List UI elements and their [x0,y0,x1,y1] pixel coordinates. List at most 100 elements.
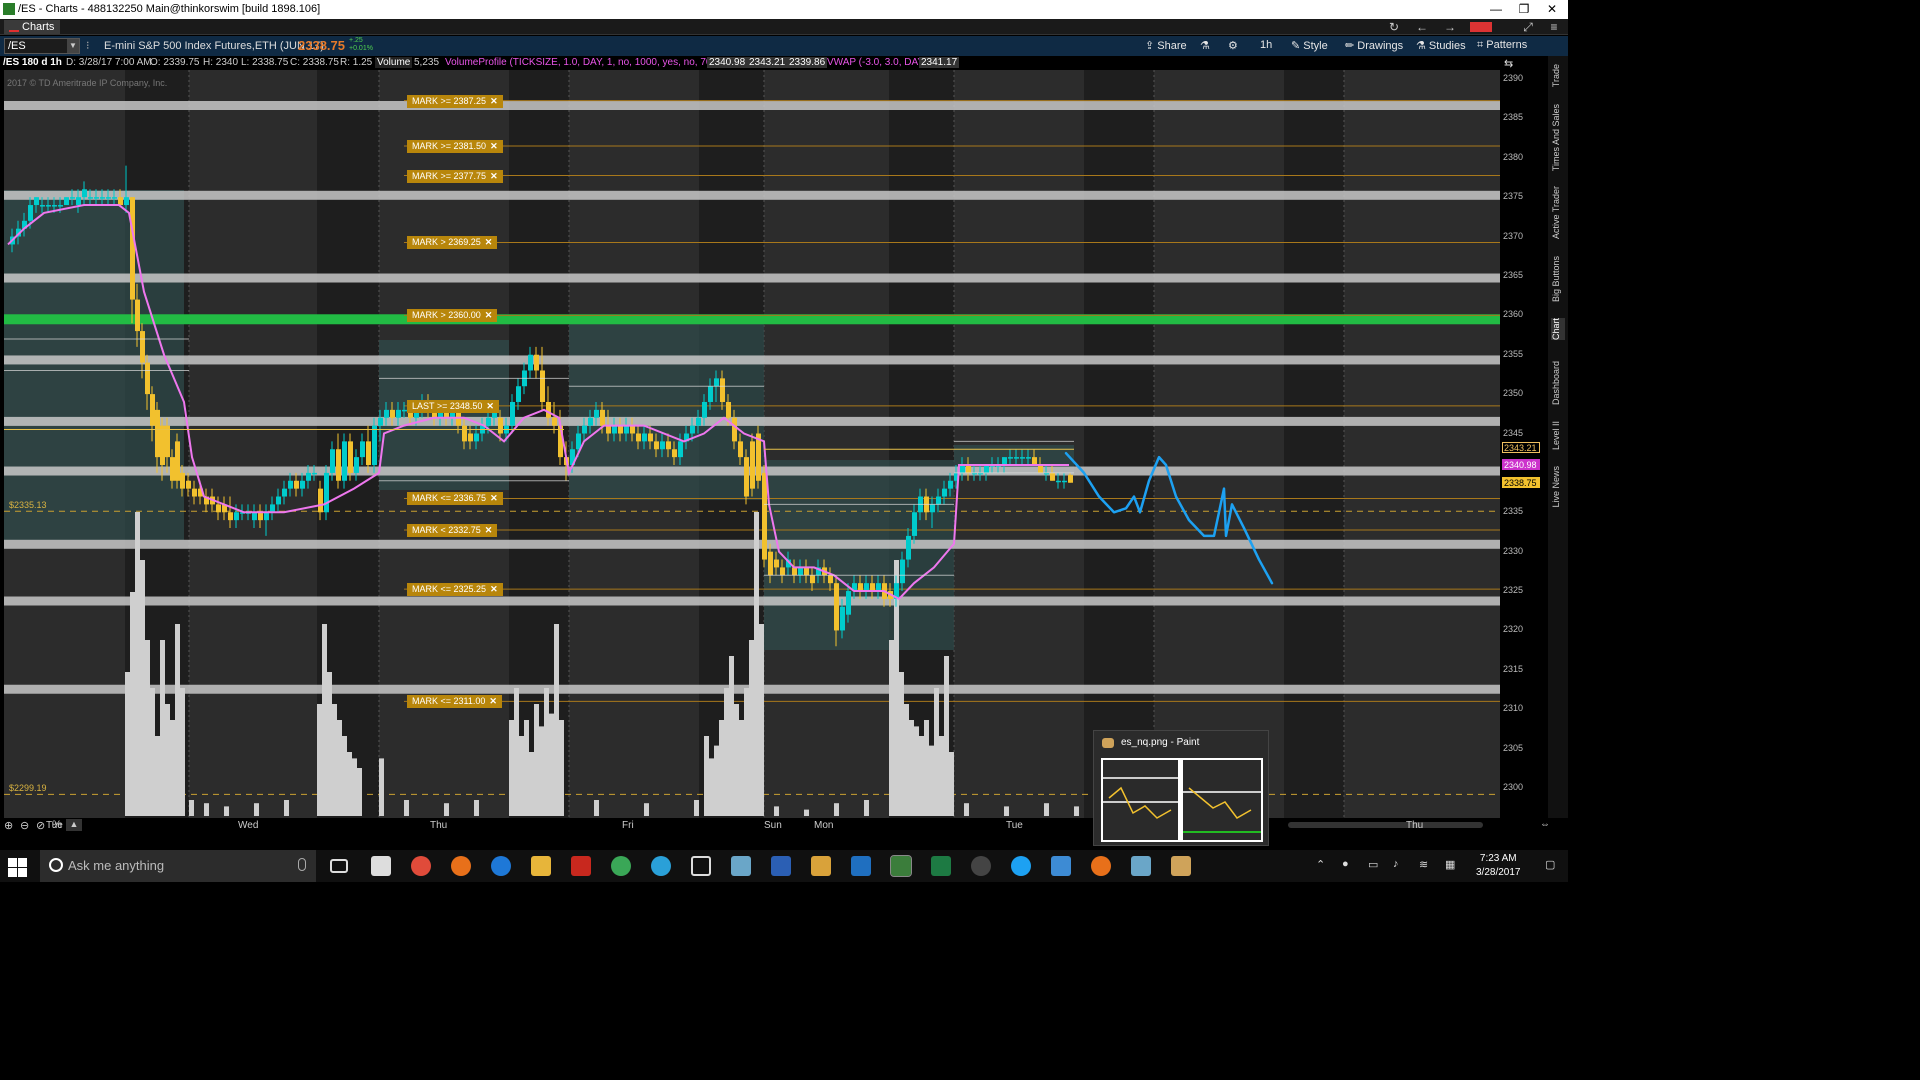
timeframe-button[interactable]: 1h [1260,39,1272,51]
thinkorswim-icon[interactable] [731,856,751,876]
scroll-up-icon[interactable]: ▲ [66,819,82,831]
remote-app-icon[interactable] [1051,856,1071,876]
alert-marker[interactable]: MARK > 2360.00 ✕ [407,309,498,323]
volume-icon[interactable]: ♪ [1393,858,1399,870]
task-view-icon[interactable] [330,859,348,873]
firefox-alt-icon[interactable] [1091,856,1111,876]
alert-remove-icon[interactable]: ✕ [486,401,494,411]
vwap-label[interactable]: VWAP (-3.0, 3.0, DAY) [827,57,927,68]
link-color-icon[interactable] [1470,22,1492,32]
taskbar-search[interactable]: Ask me anything [40,850,316,882]
alert-remove-icon[interactable]: ✕ [485,310,493,320]
side-tab-trade[interactable]: Trade [1551,64,1565,87]
charts-app-icon[interactable] [890,855,912,877]
keyboard-icon[interactable]: ▦ [1445,858,1455,871]
word-icon[interactable] [771,856,791,876]
flask-icon[interactable]: ⚗ [1200,39,1210,52]
studies-button[interactable]: ⚗ Studies [1416,39,1466,52]
alert-remove-icon[interactable]: ✕ [485,237,493,247]
style-button[interactable]: ✎ Style [1291,39,1328,52]
tab-charts[interactable]: Charts [4,20,61,34]
alert-remove-icon[interactable]: ✕ [490,584,498,594]
alert-remove-icon[interactable]: ✕ [490,141,498,151]
alert-marker[interactable]: MARK >= 2381.50 ✕ [407,139,503,153]
zoom-reset-icon[interactable]: ⊘ [36,819,45,832]
alert-remove-icon[interactable]: ✕ [490,96,498,106]
alert-remove-icon[interactable]: ✕ [485,525,493,535]
time-axis[interactable]: ⊕ ⊖ ⊘ % ▲ ⇔ Tue Wed Thu Fri Sun Mon Tue Thu [0,818,1568,832]
side-tab-dashboard[interactable]: Dashboard [1551,361,1565,405]
battery-icon[interactable]: ▭ [1368,858,1378,871]
zoom-in-icon[interactable]: ⊕ [4,819,13,832]
firefox-icon[interactable] [451,856,471,876]
store-icon[interactable] [371,856,391,876]
side-tab-active-trader[interactable]: Active Trader [1551,186,1565,239]
info-icon[interactable]: ⁝ [86,39,90,52]
paint-preview-popup[interactable]: es_nq.png - Paint [1093,730,1269,846]
alert-remove-icon[interactable]: ✕ [489,696,497,706]
price-chart[interactable]: 2017 © TD Ameritrade IP Company, Inc. $2… [4,70,1500,818]
alert-marker[interactable]: MARK <= 2336.75 ✕ [407,492,503,506]
volume-label[interactable]: Volume [375,57,413,68]
patterns-button[interactable]: ⌗ Patterns [1477,39,1527,52]
detach-icon[interactable]: ⤢ [1518,20,1538,34]
notifications-icon[interactable]: ▢ [1545,858,1555,871]
volume-profile-label[interactable]: VolumeProfile (TICKSIZE, 1.0, DAY, 1, no… [445,57,731,68]
time-scrollbar[interactable] [1288,822,1483,828]
alert-marker[interactable]: MARK >= 2377.75 ✕ [407,169,503,183]
alert-marker[interactable]: MARK < 2332.75 ✕ [407,524,498,537]
back-arrow-icon[interactable]: ← [1412,20,1432,34]
alert-marker[interactable]: LAST >= 2348.50 ✕ [407,399,499,413]
excel-icon[interactable] [931,856,951,876]
edge-icon[interactable] [491,856,511,876]
alert-marker[interactable]: MARK <= 2325.25 ✕ [407,583,503,597]
restore-button[interactable]: ❐ [1510,1,1538,18]
globe-icon[interactable] [651,856,671,876]
symbol-input[interactable]: /ES ▼ [4,38,80,54]
screenshot-app-icon[interactable] [411,856,431,876]
chrome-icon[interactable] [611,856,631,876]
wifi-icon[interactable]: ≋ [1419,858,1428,871]
microphone-icon[interactable] [298,858,306,871]
taskbar-clock[interactable]: 7:23 AM 3/28/2017 [1476,852,1521,880]
side-tab-level-ii[interactable]: Level II [1551,421,1565,450]
media-app-icon[interactable] [971,856,991,876]
volume-bar [719,720,724,816]
alert-marker[interactable]: MARK > 2369.25 ✕ [407,236,498,250]
file-explorer-icon[interactable] [531,856,551,876]
zoom-out-icon[interactable]: ⊖ [20,819,29,832]
thinkorswim-alt-icon[interactable] [1131,856,1151,876]
side-tab-times-and-sales[interactable]: Times And Sales [1551,104,1565,171]
side-tab-chart[interactable]: Chart [1551,318,1565,341]
windows-start-icon[interactable] [6,856,28,877]
axis-toggle-icon[interactable]: ⇆ [1504,57,1513,70]
alert-remove-icon[interactable]: ✕ [490,493,498,503]
twitter-icon[interactable] [1011,856,1031,876]
alert-marker[interactable]: MARK >= 2387.25 ✕ [407,94,503,108]
side-tab-live-news[interactable]: Live News [1551,466,1565,508]
acrobat-icon[interactable] [571,856,591,876]
paint-icon[interactable] [1171,856,1191,876]
alert-marker[interactable]: MARK <= 2311.00 ✕ [407,695,502,709]
chevron-down-icon[interactable]: ▼ [67,39,79,53]
alert-remove-icon[interactable]: ✕ [490,171,498,181]
chevron-up-icon[interactable]: ⌃ [1316,858,1325,871]
share-button[interactable]: ⇪ Share [1145,39,1187,52]
gear-icon[interactable]: ⚙ [1228,39,1238,52]
sticky-app-icon[interactable] [811,856,831,876]
side-tab-big-buttons[interactable]: Big Buttons [1551,256,1565,302]
cube-app-icon[interactable] [691,856,711,876]
minimize-button[interactable]: — [1482,1,1510,18]
price-axis[interactable]: ⇆ 2390 2385 2380 2375 2370 2365 2360 2355 2350 23… [1500,56,1548,818]
menu-icon[interactable]: ≡ [1544,20,1564,34]
forward-arrow-icon[interactable]: → [1440,20,1460,34]
refresh-icon[interactable]: ↻ [1384,20,1404,34]
outlook-icon[interactable] [851,856,871,876]
expand-icon[interactable]: ⇔ [1540,819,1550,830]
close-button[interactable]: ✕ [1538,1,1566,18]
paint-thumbnail[interactable] [1101,758,1263,842]
tray-app-icon[interactable]: ● [1342,858,1349,870]
session-shade [954,70,1084,818]
drawings-button[interactable]: ✏ Drawings [1345,39,1403,52]
chart-canvas[interactable] [4,70,1500,818]
